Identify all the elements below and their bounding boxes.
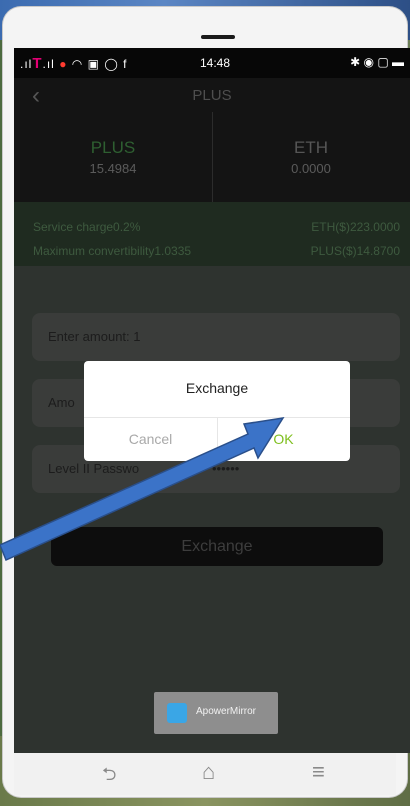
annotation-arrow-icon <box>0 417 285 562</box>
